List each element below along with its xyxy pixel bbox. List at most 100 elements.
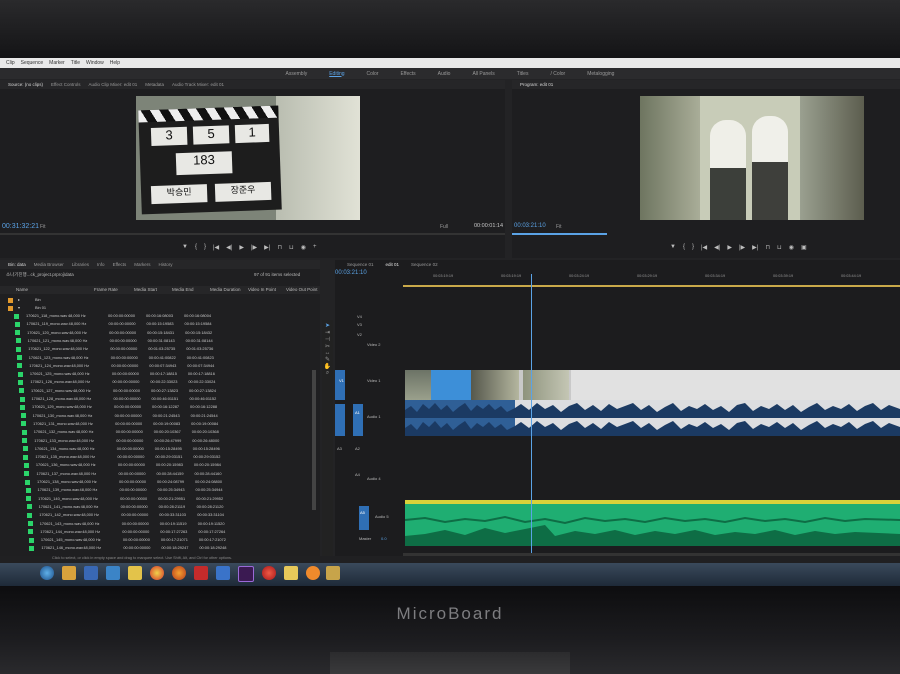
go-to-out-icon[interactable]: ▶| <box>752 244 758 251</box>
ie-icon[interactable] <box>216 566 230 580</box>
tab-metadata[interactable]: Metadata <box>145 82 164 87</box>
bin-row[interactable]: 170621_123_mono.wav 48,000 Hz 00:00:00:000… <box>0 354 320 362</box>
bin-row[interactable]: 170621_127_mono.wav 48,000 Hz 00:00:00:000… <box>0 387 320 395</box>
tab-effect-controls[interactable]: Effect Controls <box>51 82 80 87</box>
zoom-tool-icon[interactable]: ⌕ <box>322 370 333 377</box>
bin-row[interactable]: 170621_134_mono.wav 48,000 Hz 00:00:00:000… <box>0 445 320 453</box>
chrome-icon[interactable] <box>150 566 164 580</box>
menu-window[interactable]: Window <box>86 60 104 66</box>
menu-title[interactable]: Title <box>71 60 80 66</box>
source-timecode[interactable]: 00:31:32:21 <box>2 223 39 230</box>
audio-clip-a1[interactable] <box>405 400 900 436</box>
menu-sequence[interactable]: Sequence <box>21 60 44 66</box>
bin-row[interactable]: 170621_119_mono.wav 48,000 Hz 00:00:00:000… <box>0 320 320 328</box>
program-timecode[interactable]: 00:03:21:10 <box>514 223 546 229</box>
source-video-frame[interactable]: 3 5 1 183 박승민 장준우 <box>136 96 360 220</box>
network-icon[interactable] <box>106 566 120 580</box>
bin-row[interactable]: 170621_122_mono.wav 48,000 Hz 00:00:00:000… <box>0 345 320 353</box>
step-forward-icon[interactable]: |▶ <box>251 244 257 251</box>
bin-row[interactable]: 170621_144_mono.wav 48,000 Hz 00:00:00:000… <box>0 528 320 536</box>
bin-row[interactable]: 170621_135_mono.wav 48,000 Hz 00:00:00:000… <box>0 453 320 461</box>
bin-row[interactable]: 170621_143_mono.wav 48,000 Hz 00:00:00:000… <box>0 520 320 528</box>
go-to-in-icon[interactable]: |◀ <box>701 244 707 251</box>
bin-scrollbar[interactable] <box>312 370 316 510</box>
tab-effects[interactable]: Effects <box>113 262 127 267</box>
extract-icon[interactable]: ⊔ <box>777 244 782 251</box>
bin-row[interactable]: 170621_128_mono.wav 48,000 Hz 00:00:00:000… <box>0 395 320 403</box>
menu-marker[interactable]: Marker <box>49 60 65 66</box>
step-forward-icon[interactable]: |▶ <box>739 244 745 251</box>
track-select-tool-icon[interactable]: ⇥ <box>322 329 333 336</box>
bin-row[interactable]: 170621_124_mono.wav 48,000 Hz 00:00:00:000… <box>0 362 320 370</box>
bin-row[interactable]: 170621_141_mono.wav 48,000 Hz 00:00:00:000… <box>0 503 320 511</box>
bin-row[interactable]: 170621_131_mono.wav 48,000 Hz 00:00:00:000… <box>0 420 320 428</box>
folder-icon[interactable] <box>128 566 142 580</box>
tab-source[interactable]: Source: (no clips) <box>8 82 43 87</box>
bin-row[interactable]: 170621_130_mono.wav 48,000 Hz 00:00:00:000… <box>0 412 320 420</box>
col-frame-rate[interactable]: Frame Rate <box>94 287 118 292</box>
source-zoom-select[interactable]: Fit <box>40 224 46 230</box>
bin-row[interactable]: 170621_118_mono.wav 48,000 Hz 00:00:00:000… <box>0 312 320 320</box>
bin-row[interactable]: 170621_125_mono.wav 48,000 Hz 00:00:00:000… <box>0 370 320 378</box>
workspace-titles[interactable]: Titles <box>517 71 529 77</box>
source-scrub-bar[interactable] <box>0 233 505 235</box>
workspace-all-panels[interactable]: All Panels <box>472 71 494 77</box>
bin-row[interactable]: 170621_145_mono.wav 48,000 Hz 00:00:00:000… <box>0 536 320 544</box>
program-scrub-bar[interactable] <box>512 233 607 235</box>
mark-in-bracket-icon[interactable]: { <box>683 244 685 251</box>
tools-app-icon[interactable] <box>326 566 340 580</box>
app-icon[interactable] <box>306 566 320 580</box>
bin-row[interactable]: 170621_126_mono.wav 48,000 Hz 00:00:00:000… <box>0 378 320 386</box>
menu-help[interactable]: Help <box>110 60 120 66</box>
mark-out-bracket-icon[interactable]: } <box>692 244 694 251</box>
workspace-color-2[interactable]: / Color <box>550 71 565 77</box>
start-button-icon[interactable] <box>40 566 54 580</box>
time-ruler[interactable]: 00:03:19:19 00:03:19:19 00:03:24:19 00:0… <box>403 274 900 284</box>
tab-bin-data[interactable]: Bin: data <box>8 262 26 267</box>
source-patch-a1[interactable] <box>335 404 345 436</box>
bin-row[interactable]: 170621_142_mono.wav 48,000 Hz 00:00:00:000… <box>0 511 320 519</box>
video-clip[interactable] <box>471 370 571 400</box>
compare-icon[interactable]: ▣ <box>801 244 807 251</box>
lift-icon[interactable]: ⊓ <box>765 244 770 251</box>
media-player-icon[interactable] <box>262 566 276 580</box>
mark-in-icon[interactable]: ▼ <box>670 244 676 251</box>
workspace-editing[interactable]: Editing <box>329 71 344 77</box>
workspace-color[interactable]: Color <box>367 71 379 77</box>
tab-info[interactable]: Info <box>97 262 105 267</box>
workspace-effects[interactable]: Effects <box>400 71 415 77</box>
tab-media-browser[interactable]: Media Browser <box>34 262 64 267</box>
bin-row[interactable]: 170621_129_mono.wav 48,000 Hz 00:00:00:000… <box>0 403 320 411</box>
insert-icon[interactable]: ⊓ <box>277 244 282 251</box>
file-manager-icon[interactable] <box>284 566 298 580</box>
col-video-out[interactable]: Video Out Point <box>286 287 317 292</box>
bin-row[interactable]: 170621_120_mono.wav 48,000 Hz 00:00:00:000… <box>0 329 320 337</box>
add-button-icon[interactable]: + <box>313 244 317 251</box>
col-media-start[interactable]: Media Start <box>134 287 157 292</box>
bin-row[interactable]: 170621_132_mono.wav 48,000 Hz 00:00:00:000… <box>0 428 320 436</box>
col-name[interactable]: Name <box>16 287 28 292</box>
export-frame-icon[interactable]: ◉ <box>789 244 794 251</box>
source-quality-select[interactable]: Full <box>440 224 448 230</box>
bin-row[interactable]: 170621_136_mono.wav 48,000 Hz 00:00:00:000… <box>0 461 320 469</box>
step-back-icon[interactable]: ◀| <box>226 244 232 251</box>
playhead[interactable] <box>531 274 532 554</box>
tab-sequence-02[interactable]: Sequence 02 <box>411 262 438 267</box>
bin-row[interactable]: 170621_133_mono.wav 48,000 Hz 00:00:00:000… <box>0 437 320 445</box>
export-frame-icon[interactable]: ◉ <box>301 244 306 251</box>
program-video-frame[interactable] <box>640 96 864 220</box>
tab-history[interactable]: History <box>159 262 173 267</box>
calendar-icon[interactable] <box>84 566 98 580</box>
ripple-tool-icon[interactable]: ⊣ <box>322 336 333 343</box>
tab-edit-01[interactable]: edit 01 <box>386 262 400 267</box>
overwrite-icon[interactable]: ⊔ <box>289 244 294 251</box>
folder-toggle-icon[interactable]: ▸ <box>18 297 20 302</box>
premiere-icon[interactable] <box>238 566 254 582</box>
bin-row[interactable]: 170621_138_mono.wav 48,000 Hz 00:00:00:000… <box>0 478 320 486</box>
tab-libraries[interactable]: Libraries <box>72 262 89 267</box>
acrobat-icon[interactable] <box>194 566 208 580</box>
col-media-duration[interactable]: Media Duration <box>210 287 241 292</box>
tab-audio-track-mixer[interactable]: Audio Track Mixer: edit 01 <box>172 82 224 87</box>
go-to-in-icon[interactable]: |◀ <box>213 244 219 251</box>
play-icon[interactable]: ▶ <box>239 244 244 251</box>
